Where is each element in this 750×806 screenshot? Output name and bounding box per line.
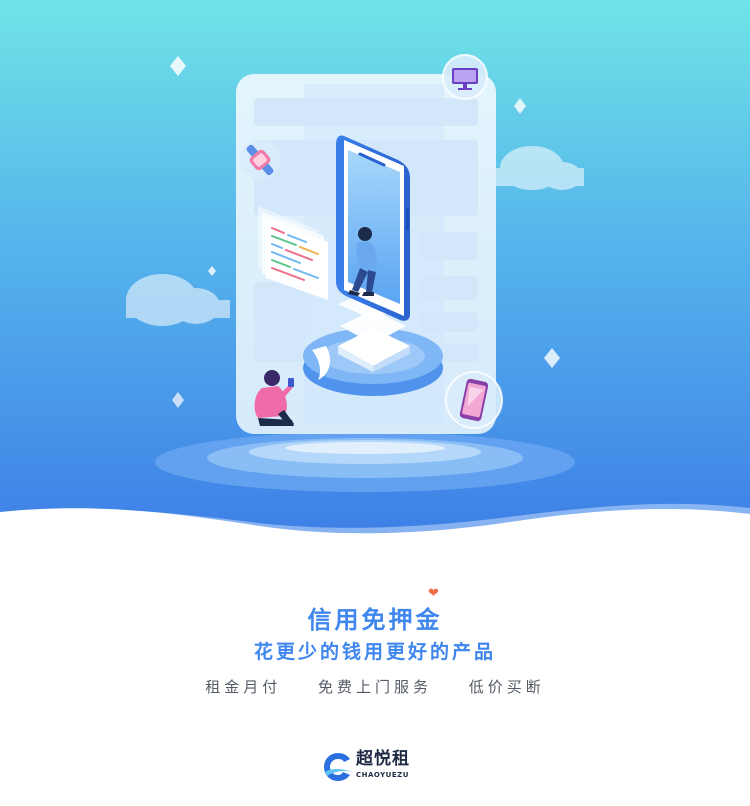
brand-logo: 超悦租 CHAOYUEZU (321, 748, 431, 788)
heart-icon: ❤ (428, 586, 439, 601)
brand-mark-icon (324, 753, 353, 781)
feature-item: 免费上门服务 (317, 678, 432, 696)
feature-list: 租金月付 免费上门服务 低价买断 (0, 676, 750, 697)
hero-illustration (0, 0, 750, 560)
headline-subtitle: 花更少的钱用更好的产品 (253, 641, 496, 663)
page: 信用免押金 ❤ 花更少的钱用更好的产品 租金月付 免费上门服务 低价买断 超悦租… (0, 0, 750, 806)
brand-name-en: CHAOYUEZU (356, 771, 409, 779)
brand-name: 超悦租 (356, 749, 410, 769)
feature-item: 租金月付 (205, 678, 282, 696)
feature-item: 低价买断 (468, 678, 545, 696)
smartphone-icon (445, 371, 503, 429)
headline-title: 信用免押金 (307, 606, 443, 634)
ground-platform (155, 432, 575, 492)
monitor-icon (442, 54, 488, 100)
smartwatch-icon (240, 140, 280, 180)
